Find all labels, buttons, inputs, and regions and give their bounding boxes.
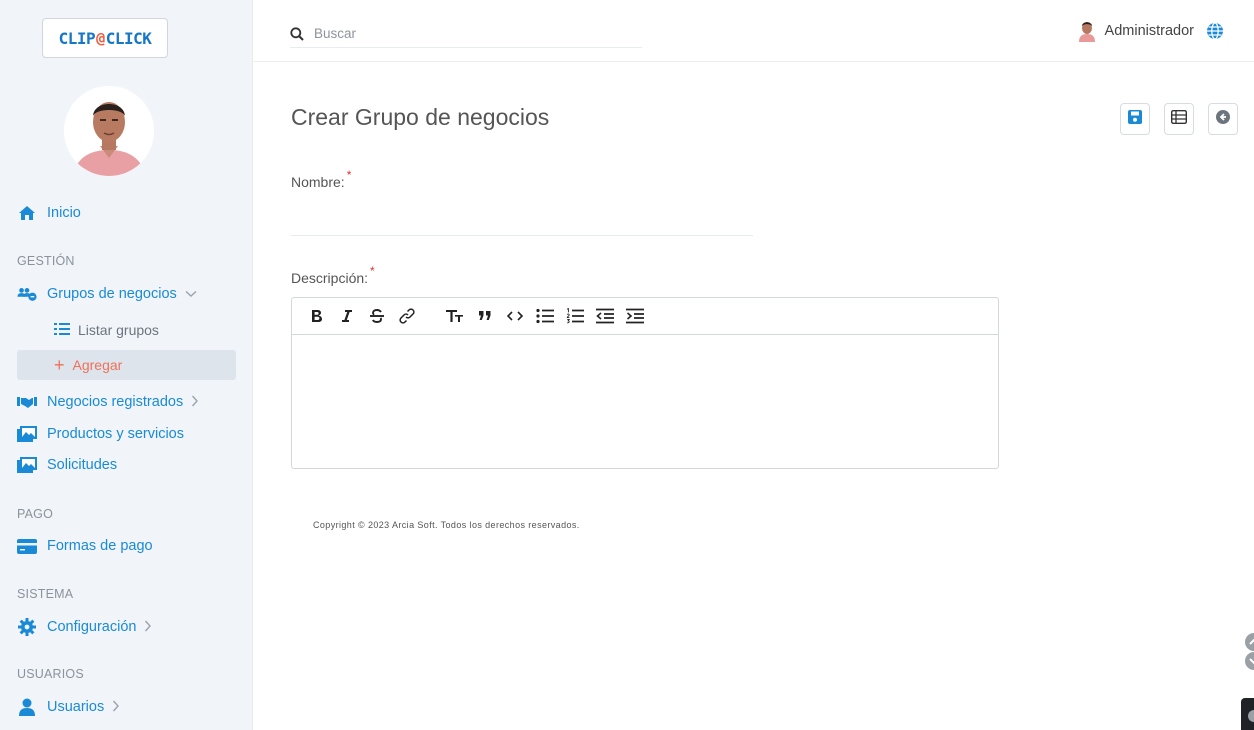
sidebar-item-configuracion[interactable]: Configuración (17, 613, 152, 641)
paperclip-icon: @ (96, 29, 105, 47)
back-icon (1216, 109, 1230, 129)
sidebar-subitem-label: Listar grupos (78, 322, 159, 338)
sidebar-item-label: Solicitudes (47, 457, 118, 473)
nombre-label: Nombre: * (291, 168, 351, 190)
user-name: Administrador (1104, 23, 1194, 39)
list-icon (54, 322, 70, 339)
logo-text-left: CLIP (58, 28, 96, 48)
page-title: Crear Grupo de negocios (291, 104, 550, 130)
section-usuarios: USUARIOS (17, 667, 84, 681)
sidebar-item-solicitudes[interactable]: Solicitudes (17, 451, 117, 479)
credit-card-icon (17, 536, 37, 556)
sidebar-item-formas-pago[interactable]: Formas de pago (17, 532, 153, 560)
globe-icon[interactable] (1206, 22, 1224, 40)
sidebar-subitem-label: Agregar (72, 357, 123, 373)
topbar: Administrador (253, 0, 1254, 62)
save-icon (1128, 109, 1142, 129)
editor-toolbar (292, 298, 998, 335)
nombre-input[interactable] (291, 205, 753, 236)
sidebar-item-label: Inicio (47, 205, 81, 221)
user-icon (17, 697, 37, 717)
chevron-down-icon (185, 287, 197, 301)
link-icon[interactable] (395, 304, 419, 328)
search-bar (290, 20, 642, 48)
section-gestion: GESTIÓN (17, 254, 75, 268)
avatar (64, 86, 154, 176)
image-icon (17, 455, 37, 475)
app-root: CLIP @ CLICK Inicio GESTIÓN Grupos de ne… (0, 0, 1254, 730)
save-button[interactable] (1120, 103, 1150, 135)
descripcion-label: Descripción: * (291, 264, 375, 286)
gear-icon (17, 617, 37, 637)
outdent-icon[interactable] (593, 304, 617, 328)
sidebar-item-negocios[interactable]: Negocios registrados (17, 388, 199, 416)
home-icon (17, 203, 37, 223)
section-pago: PAGO (17, 507, 53, 521)
sidebar-item-label: Grupos de negocios (47, 286, 177, 302)
code-icon[interactable] (503, 304, 527, 328)
list-icon (1170, 109, 1188, 129)
chevron-right-icon (191, 395, 199, 410)
bold-icon[interactable] (305, 304, 329, 328)
descripcion-editor-area[interactable] (292, 335, 998, 468)
strikethrough-icon[interactable] (365, 304, 389, 328)
sidebar-item-label: Productos y servicios (47, 426, 184, 442)
sidebar-item-grupos[interactable]: Grupos de negocios (17, 280, 197, 308)
sidebar-item-label: Negocios registrados (47, 394, 184, 410)
sidebar: CLIP @ CLICK Inicio GESTIÓN Grupos de ne… (0, 0, 253, 730)
required-mark: * (370, 264, 375, 278)
scroll-arrows-icon[interactable] (1244, 632, 1254, 672)
chevron-right-icon (144, 620, 152, 635)
chat-widget-icon[interactable] (1241, 698, 1254, 730)
rich-text-editor (291, 297, 999, 469)
copyright-text: Copyright © 2023 Arcia Soft. Todos los d… (313, 520, 580, 530)
sidebar-subitem-agregar[interactable]: + Agregar (17, 350, 236, 380)
handshake-icon (17, 392, 37, 412)
user-menu[interactable]: Administrador (1077, 20, 1224, 42)
sidebar-item-inicio[interactable]: Inicio (17, 199, 81, 227)
descripcion-label-text: Descripción: (291, 270, 369, 286)
quote-icon[interactable] (473, 304, 497, 328)
section-sistema: SISTEMA (17, 587, 74, 601)
indent-icon[interactable] (623, 304, 647, 328)
heading-icon[interactable] (443, 304, 467, 328)
list-button[interactable] (1164, 103, 1194, 135)
sidebar-item-label: Formas de pago (47, 538, 153, 554)
back-button[interactable] (1208, 103, 1238, 135)
image-icon (17, 424, 37, 444)
sidebar-item-usuarios[interactable]: Usuarios (17, 693, 120, 721)
italic-icon[interactable] (335, 304, 359, 328)
user-avatar-icon (1077, 20, 1097, 42)
sidebar-item-label: Configuración (47, 619, 137, 635)
search-icon[interactable] (290, 26, 304, 41)
plus-icon: + (54, 354, 65, 375)
required-mark: * (346, 168, 352, 182)
sidebar-item-productos[interactable]: Productos y servicios (17, 420, 184, 448)
nombre-label-text: Nombre: (291, 174, 345, 190)
sidebar-item-label: Usuarios (47, 699, 105, 715)
numbered-list-icon[interactable] (563, 304, 587, 328)
search-input[interactable] (314, 26, 614, 41)
sidebar-subitem-listar[interactable]: Listar grupos (17, 315, 236, 345)
logo[interactable]: CLIP @ CLICK (42, 18, 168, 58)
chevron-right-icon (112, 700, 120, 715)
bullet-list-icon[interactable] (533, 304, 557, 328)
logo-text-right: CLICK (105, 28, 152, 48)
users-group-icon (17, 284, 37, 304)
